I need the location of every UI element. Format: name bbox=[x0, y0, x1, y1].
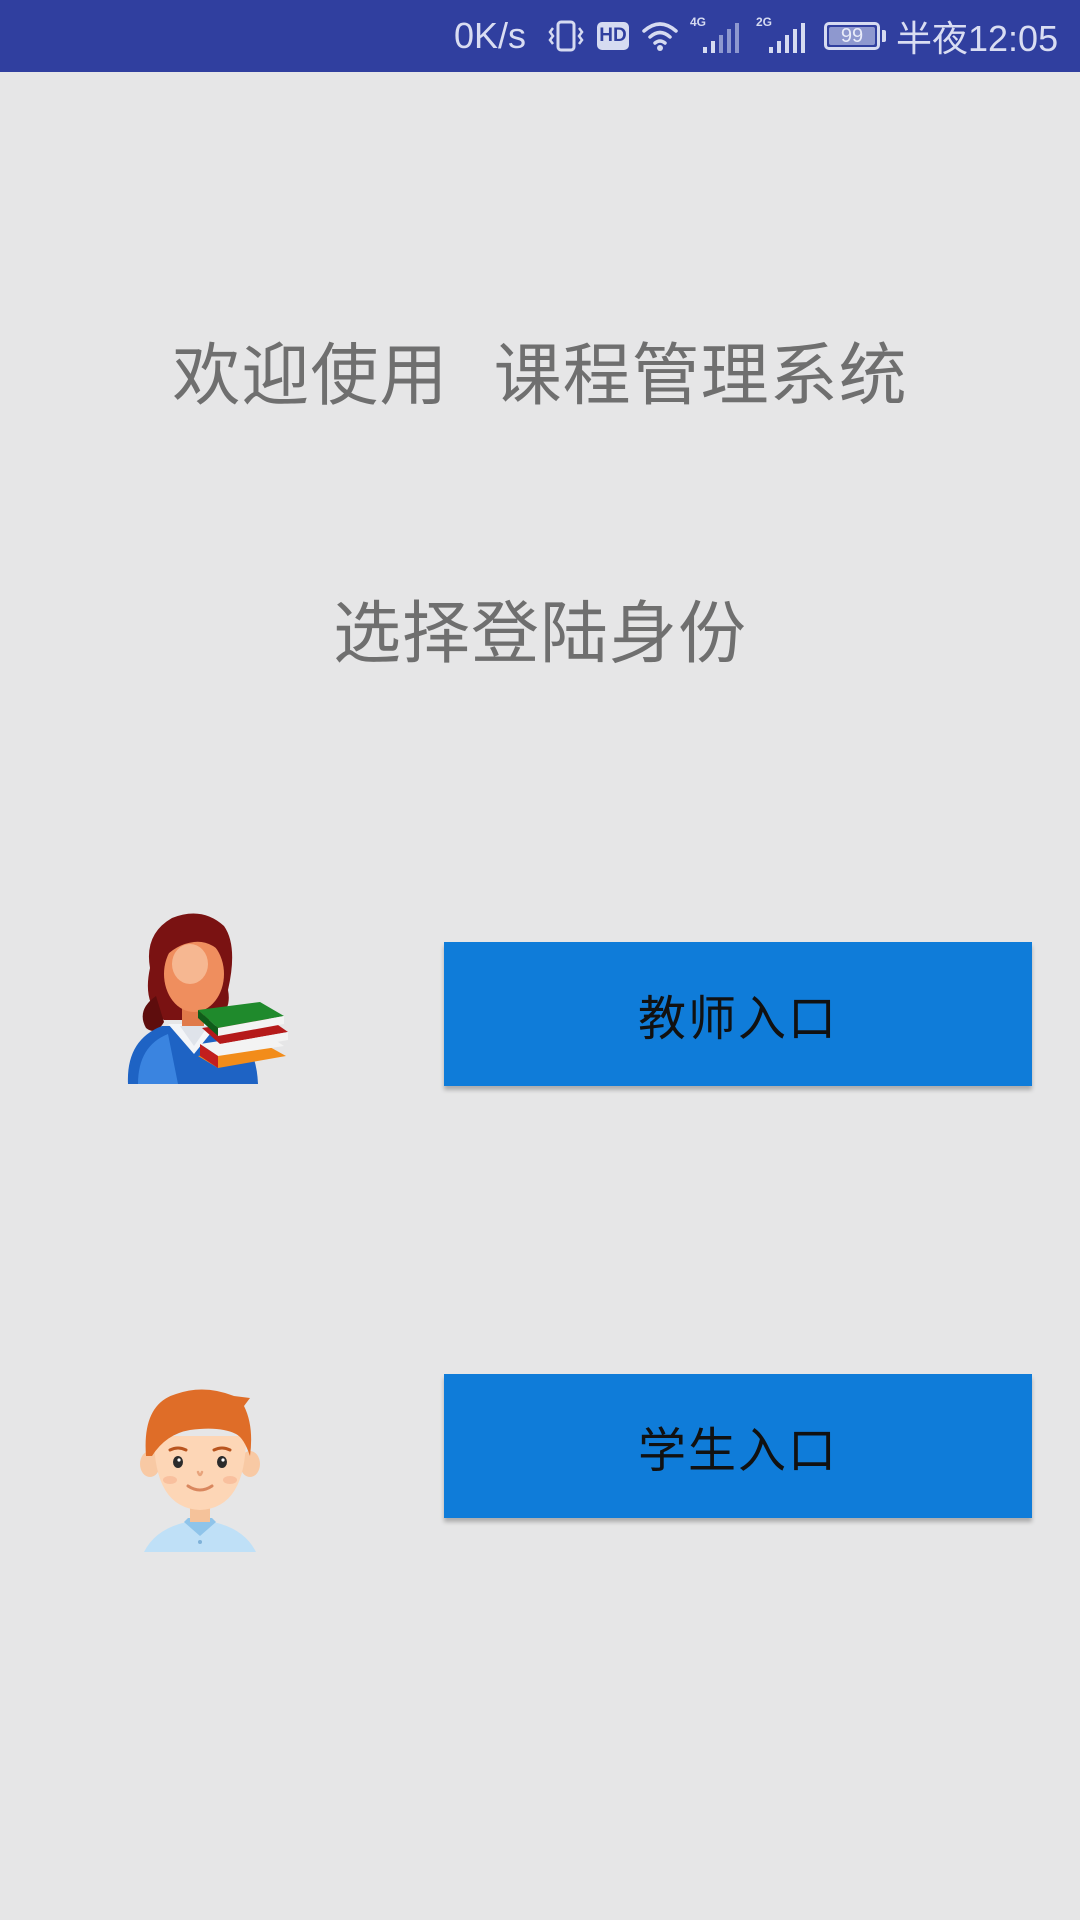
network-2-label: 2G bbox=[756, 15, 772, 29]
network-1-label: 4G bbox=[690, 15, 706, 29]
net-speed-text: 0K/s bbox=[454, 15, 527, 56]
teacher-entry-label: 教师入口 bbox=[637, 991, 838, 1047]
clock: 半夜12:05 bbox=[896, 0, 1058, 72]
teacher-entry-button[interactable]: 教师入口 bbox=[444, 942, 1032, 1086]
battery-body: 99 bbox=[824, 22, 880, 50]
status-bar: 0K/s HD 4G 2G 99 半夜12:05 bbox=[0, 0, 1080, 72]
student-avatar-icon bbox=[130, 1376, 270, 1556]
student-entry-label: 学生入口 bbox=[637, 1423, 838, 1479]
teacher-avatar-icon bbox=[120, 906, 290, 1086]
net-speed: 0K/s bbox=[454, 0, 526, 72]
hd-icon: HD bbox=[597, 0, 629, 72]
battery-level: 99 bbox=[840, 24, 864, 47]
vibrate-icon bbox=[545, 0, 587, 72]
wifi-icon bbox=[640, 0, 680, 72]
signal-2g-icon: 2G bbox=[755, 0, 811, 72]
select-role-title: 选择登陆身份 bbox=[332, 595, 747, 674]
clock-text: 半夜12:05 bbox=[896, 18, 1059, 59]
hd-badge: HD bbox=[597, 22, 629, 50]
student-entry-button[interactable]: 学生入口 bbox=[444, 1374, 1032, 1518]
battery-icon: 99 bbox=[824, 0, 886, 72]
welcome-title: 欢迎使用 课程管理系统 bbox=[172, 337, 908, 416]
signal-4g-icon: 4G bbox=[689, 0, 745, 72]
battery-tip bbox=[882, 30, 886, 42]
